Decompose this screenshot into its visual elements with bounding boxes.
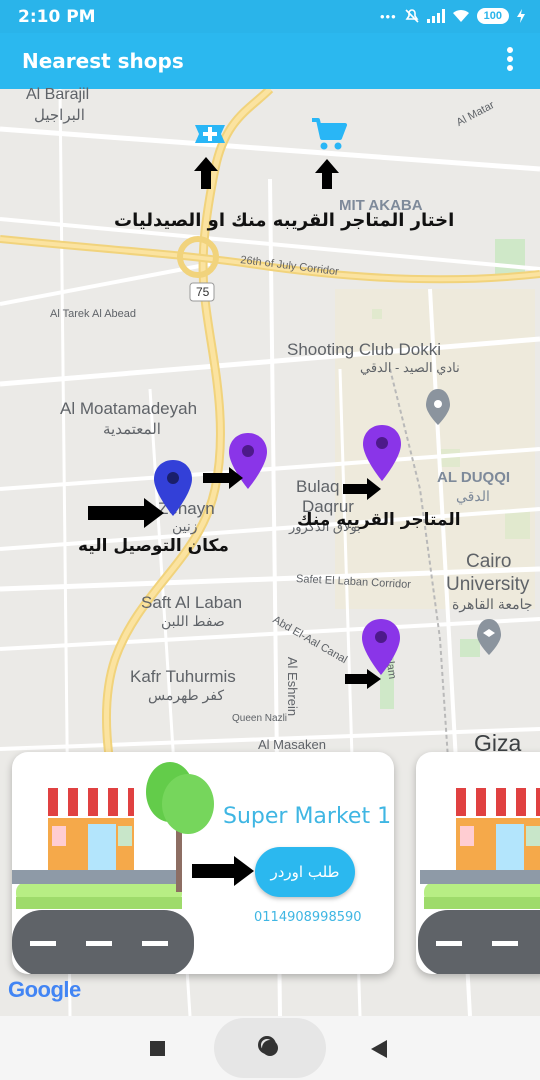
right-arrow-icon	[343, 478, 381, 500]
right-arrow-icon	[203, 467, 243, 489]
overflow-dot-icon	[507, 65, 513, 71]
overflow-dot-icon	[507, 47, 513, 53]
pharmacy-filter-button[interactable]	[193, 119, 227, 149]
choose-shops-annotation: اختار المتاجر القريبه منك او الصيدليات	[114, 210, 455, 231]
map-label: زنين	[172, 518, 198, 534]
shop-phone: 0114908998590	[254, 910, 362, 925]
system-nav-bar	[0, 1016, 540, 1080]
google-logo: Google	[8, 977, 81, 1003]
map-label: Al Barajil	[26, 86, 90, 103]
shops-filter-button[interactable]	[310, 116, 348, 152]
status-time: 2:10 PM	[18, 7, 96, 27]
wifi-icon	[452, 9, 469, 22]
store-illustration-icon	[418, 788, 540, 974]
map-label: 75	[196, 285, 210, 299]
map-label: Bulaq	[296, 477, 340, 496]
map-label: Al Moatamadeyah	[60, 399, 198, 418]
page-title: Nearest shops	[22, 49, 184, 73]
map-label: Kafr Tuhurmis	[130, 667, 236, 686]
location-pin-icon	[362, 619, 400, 675]
right-arrow-icon	[192, 856, 254, 886]
signal-icon	[426, 9, 445, 23]
home-button[interactable]	[214, 1018, 326, 1078]
shop-card[interactable]	[416, 752, 540, 974]
more-notifications-icon: •••	[379, 8, 397, 24]
delivery-place-annotation: مكان التوصيل اليه	[78, 536, 229, 556]
shop-card[interactable]: Super Market 1 طلب اوردر 0114908998590	[12, 752, 394, 974]
shop-marker[interactable]	[363, 425, 401, 481]
location-pin-icon	[363, 425, 401, 481]
map-label: Saft Al Laban	[141, 593, 243, 612]
map-label: البراجيل	[34, 107, 85, 124]
map-label: الدقي	[456, 488, 490, 504]
charging-icon	[517, 9, 525, 23]
pharmacy-icon	[195, 125, 225, 143]
mute-icon	[405, 9, 419, 23]
battery-icon: 100	[476, 8, 509, 24]
shop-name: Super Market 1	[223, 804, 392, 829]
up-arrow-icon	[315, 159, 339, 189]
status-icons: ••• 100	[380, 6, 526, 26]
status-bar: 2:10 PM ••• 100	[0, 0, 540, 33]
app-bar: Nearest shops	[0, 33, 540, 89]
map-label: كفر طهرمس	[148, 687, 225, 703]
overflow-dot-icon	[507, 56, 513, 62]
map-label: Al Masaken	[258, 737, 326, 752]
map-label: University	[446, 574, 530, 595]
map-label: نادي الصيد - الدقي	[360, 360, 460, 375]
map-label: صفط اللبن	[161, 613, 225, 629]
cart-icon	[312, 118, 347, 150]
google-logo-text: Google	[8, 977, 81, 1002]
back-button[interactable]	[371, 1040, 387, 1058]
up-arrow-icon	[194, 157, 218, 189]
overflow-menu-button[interactable]	[500, 47, 520, 75]
map-label: Al Tarek Al Abead	[50, 308, 137, 320]
map-label: AL DUQQI	[437, 469, 511, 486]
right-arrow-icon	[88, 498, 164, 528]
map-label: جامعة القاهرة	[452, 596, 533, 612]
shop-marker[interactable]	[362, 619, 400, 675]
map-label: Shooting Club Dokki	[287, 340, 442, 359]
map-label: Cairo	[466, 551, 512, 572]
nearby-shops-annotation: المتاجر القريبه منك	[297, 510, 461, 530]
map-label: Queen Nazli	[232, 713, 288, 724]
right-arrow-icon	[345, 669, 381, 689]
map-label: المعتمدية	[103, 421, 161, 438]
recents-button[interactable]	[150, 1041, 165, 1056]
order-button[interactable]: طلب اوردر	[255, 847, 355, 897]
map-label: Al Eshrein	[285, 656, 301, 717]
